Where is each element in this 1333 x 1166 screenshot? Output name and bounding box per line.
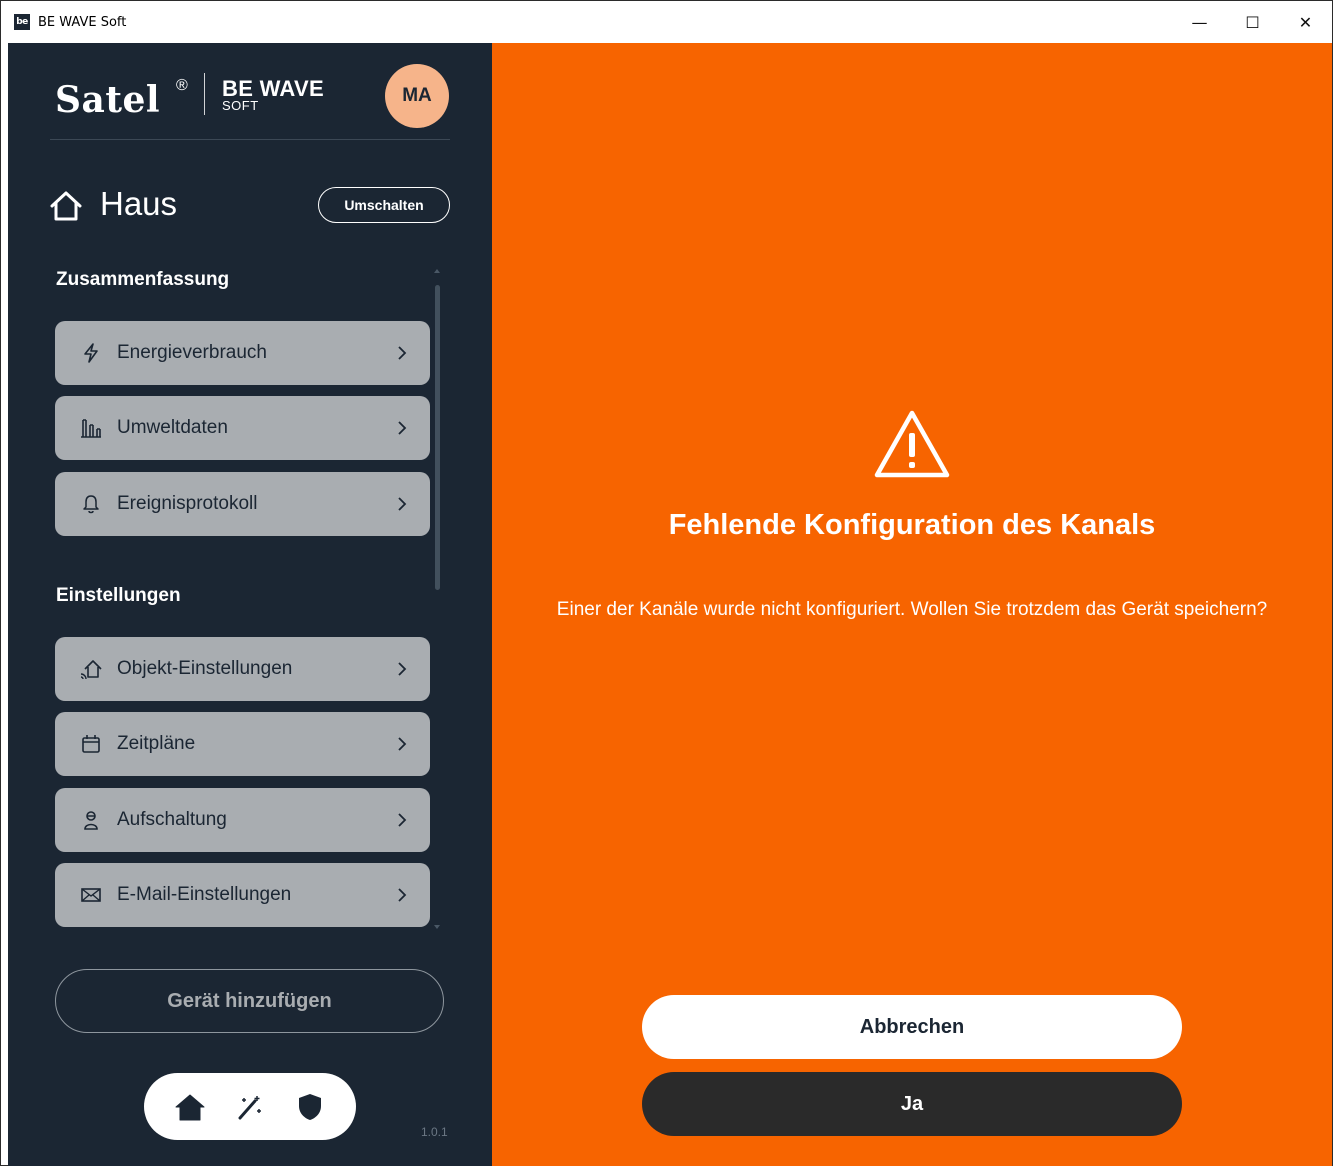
menu-item-label: Energieverbrauch <box>117 342 267 363</box>
cancel-button[interactable]: Abbrechen <box>642 995 1182 1059</box>
dialog-message: Einer der Kanäle wurde nicht konfigurier… <box>556 599 1268 620</box>
menu-item-event-log[interactable]: Ereignisprotokoll <box>55 472 430 536</box>
sidebar-scrollbar[interactable] <box>433 269 441 929</box>
menu-item-object-settings[interactable]: Objekt-Einstellungen <box>55 637 430 701</box>
menu-item-schedules[interactable]: Zeitpläne <box>55 712 430 776</box>
dialog-panel: Fehlende Konfiguration des Kanals Einer … <box>492 43 1332 1166</box>
confirm-button[interactable]: Ja <box>642 1072 1182 1136</box>
shield-icon[interactable] <box>290 1087 330 1127</box>
scroll-thumb[interactable] <box>435 285 440 590</box>
lightning-icon <box>77 339 105 367</box>
house-outline-icon <box>50 191 82 221</box>
user-avatar[interactable]: MA <box>385 64 449 128</box>
scroll-down-arrow-icon[interactable] <box>434 925 440 929</box>
menu-item-label: Ereignisprotokoll <box>117 493 258 514</box>
house-title: Haus <box>100 185 178 222</box>
home-icon[interactable] <box>170 1087 210 1127</box>
chevron-right-icon <box>392 494 412 514</box>
menu-item-environment[interactable]: Umweltdaten <box>55 396 430 460</box>
chevron-right-icon <box>392 734 412 754</box>
minimize-button[interactable]: — <box>1173 1 1226 43</box>
logo-divider <box>204 73 205 115</box>
maximize-button[interactable]: ☐ <box>1226 1 1279 43</box>
brand-header: Satel ® BE WAVE SOFT MA <box>8 43 492 141</box>
bell-icon <box>77 490 105 518</box>
menu-item-label: Aufschaltung <box>117 809 227 830</box>
menu-item-email-settings[interactable]: E-Mail-Einstellungen <box>55 863 430 927</box>
dialog-title: Fehlende Konfiguration des Kanals <box>668 509 1156 541</box>
product-subtitle: SOFT <box>222 98 259 113</box>
calendar-icon <box>77 730 105 758</box>
scroll-up-arrow-icon[interactable] <box>434 269 440 273</box>
menu-item-energy[interactable]: Energieverbrauch <box>55 321 430 385</box>
title-bar: be BE WAVE Soft — ☐ ✕ <box>1 1 1332 43</box>
window-title: BE WAVE Soft <box>38 14 127 30</box>
section-title-settings: Einstellungen <box>56 585 181 606</box>
app-version: 1.0.1 <box>421 1125 448 1139</box>
menu-item-monitoring[interactable]: Aufschaltung <box>55 788 430 852</box>
chevron-right-icon <box>392 810 412 830</box>
warning-triangle-icon <box>874 410 950 478</box>
satel-logo: Satel <box>55 79 161 121</box>
registered-mark: ® <box>176 77 188 94</box>
close-button[interactable]: ✕ <box>1279 1 1332 43</box>
window-controls: — ☐ ✕ <box>1173 1 1332 43</box>
smart-home-icon <box>77 655 105 683</box>
add-device-button[interactable]: Gerät hinzufügen <box>55 969 444 1033</box>
sidebar: Satel ® BE WAVE SOFT MA Haus Umschalten … <box>8 43 492 1166</box>
menu-item-label: Umweltdaten <box>117 417 228 438</box>
divider <box>50 139 450 140</box>
app-window: be BE WAVE Soft — ☐ ✕ Satel ® BE WAVE SO… <box>0 0 1333 1166</box>
chevron-right-icon <box>392 885 412 905</box>
magic-wand-icon[interactable] <box>230 1087 270 1127</box>
chevron-right-icon <box>392 343 412 363</box>
section-title-summary: Zusammenfassung <box>56 269 230 290</box>
app-icon: be <box>14 14 30 30</box>
user-icon <box>77 806 105 834</box>
menu-item-label: Objekt-Einstellungen <box>117 658 293 679</box>
menu-item-label: E-Mail-Einstellungen <box>117 884 292 905</box>
menu-item-label: Zeitpläne <box>117 733 196 754</box>
switch-house-button[interactable]: Umschalten <box>318 187 450 223</box>
chevron-right-icon <box>392 659 412 679</box>
chevron-right-icon <box>392 418 412 438</box>
bottom-navigation <box>144 1073 356 1140</box>
bar-chart-icon <box>77 414 105 442</box>
envelope-icon <box>77 881 105 909</box>
